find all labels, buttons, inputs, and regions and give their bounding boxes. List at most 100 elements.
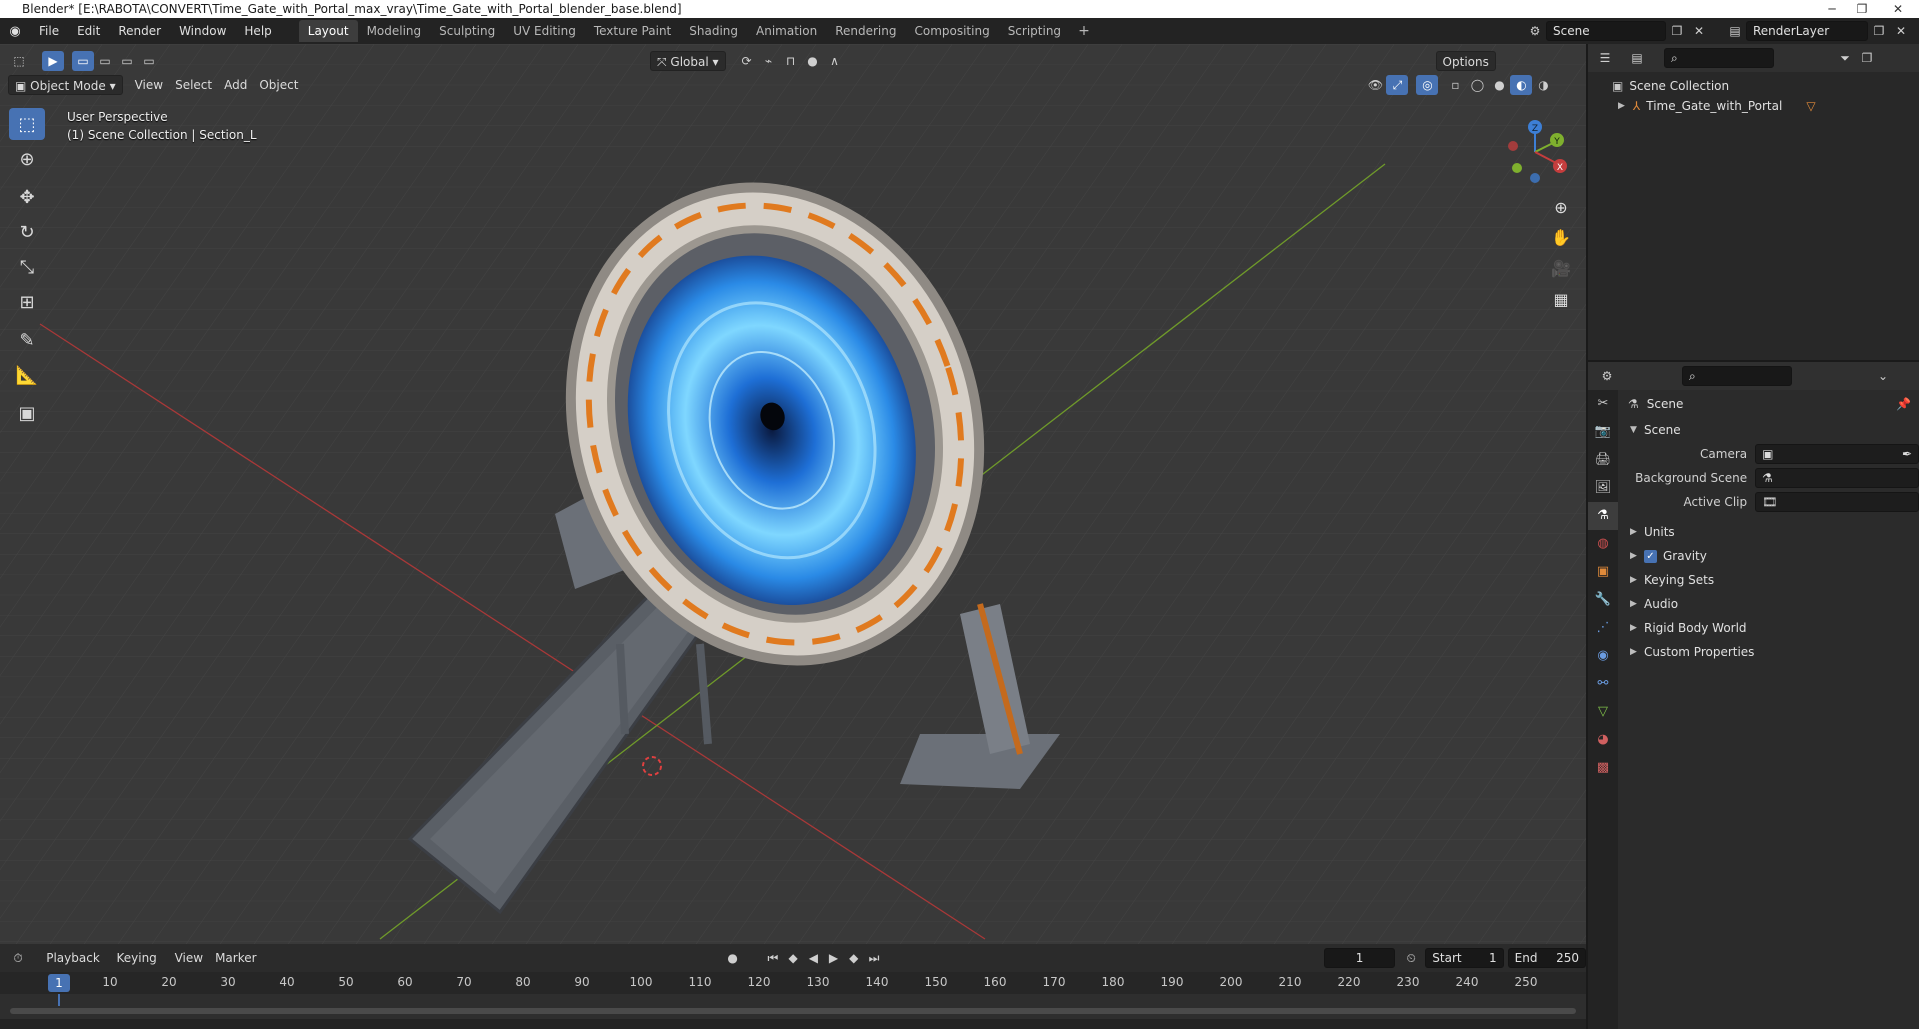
view-layer-icon[interactable]: ▤ [1724, 21, 1746, 41]
rendered-shading-icon[interactable]: ◑ [1532, 75, 1554, 95]
menu-timeline-view[interactable]: View [169, 948, 209, 968]
pin-icon[interactable]: 📌 [1896, 397, 1911, 411]
properties-options-icon[interactable]: ⌄ [1872, 366, 1894, 386]
menu-add[interactable]: Add [218, 75, 253, 95]
tab-modeling[interactable]: Modeling [358, 20, 431, 42]
proportional-edit-icon[interactable]: ● [802, 51, 824, 71]
texture-tab-icon[interactable]: ▩ [1588, 754, 1618, 782]
preview-range-icon[interactable]: ⏲ [1401, 948, 1421, 968]
material-tab-icon[interactable]: ◕ [1588, 726, 1618, 754]
play-reverse-icon[interactable]: ◀ [803, 948, 823, 968]
menu-help[interactable]: Help [235, 24, 280, 38]
tab-rendering[interactable]: Rendering [826, 20, 905, 42]
outliner-item[interactable]: ▶ ⅄ Time_Gate_with_Portal ▽ 👁 [1588, 96, 1919, 116]
transform-tool-icon[interactable]: ⊞ [9, 286, 45, 318]
select-tool-icon[interactable]: ⬚ [9, 108, 45, 140]
new-view-layer-icon[interactable]: ❐ [1868, 21, 1890, 41]
menu-view[interactable]: View [129, 75, 169, 95]
pivot-icon[interactable]: ⟳ [736, 51, 758, 71]
camera-field[interactable]: ▣ ✒ [1755, 444, 1919, 464]
scene-panel-header[interactable]: ▼ Scene [1620, 418, 1919, 442]
scene-field[interactable]: Scene [1546, 21, 1666, 41]
menu-window[interactable]: Window [170, 24, 235, 38]
add-cube-tool-icon[interactable]: ▣ [9, 397, 45, 429]
menu-edit[interactable]: Edit [68, 24, 109, 38]
close-button[interactable]: ✕ [1877, 0, 1919, 18]
menu-render[interactable]: Render [109, 24, 170, 38]
3d-viewport[interactable]: ⬚ ▶ ▭ ▭ ▭ ▭ ⤧ Global ▾ ⟳ ⌁ ⊓ ● ∧ Options… [0, 44, 1586, 944]
navigation-gizmo[interactable]: Z Y X [1500, 114, 1570, 189]
constraints-tab-icon[interactable]: ⚯ [1588, 670, 1618, 698]
output-tab-icon[interactable]: 🖨 [1588, 446, 1618, 474]
menu-object[interactable]: Object [253, 75, 304, 95]
orientation-dropdown[interactable]: ⤧ Global ▾ [650, 51, 726, 71]
scene-tab-icon[interactable]: ⚗ [1588, 502, 1618, 530]
gizmo-toggle-icon[interactable]: ⤢ [1386, 75, 1409, 95]
playhead[interactable]: 1 [48, 974, 70, 992]
delete-scene-icon[interactable]: ✕ [1688, 21, 1710, 41]
timeline-ruler[interactable]: 1 10 20 30 40 50 60 70 80 90 100 110 120… [0, 972, 1586, 994]
outliner-search-input[interactable]: ⌕ [1664, 48, 1774, 68]
measure-tool-icon[interactable]: 📐 [9, 359, 45, 391]
material-shading-icon[interactable]: ◐ [1510, 75, 1533, 95]
object-tab-icon[interactable]: ▣ [1588, 558, 1618, 586]
tab-layout[interactable]: Layout [298, 20, 358, 42]
tab-sculpting[interactable]: Sculpting [430, 20, 504, 42]
menu-keying[interactable]: Keying ▾ [110, 948, 168, 985]
pan-hand-icon[interactable]: ✋ [1546, 224, 1576, 252]
jump-end-icon[interactable]: ⏭ [864, 948, 884, 968]
select-box-icon[interactable]: ▶ [42, 51, 64, 71]
delete-view-layer-icon[interactable]: ✕ [1890, 21, 1912, 41]
end-frame-field[interactable]: End 250 [1507, 948, 1586, 968]
tool-tab-icon[interactable]: ✂ [1588, 390, 1618, 418]
new-scene-icon[interactable]: ❐ [1666, 21, 1688, 41]
minimize-button[interactable]: ─ [1817, 0, 1847, 18]
menu-file[interactable]: File [30, 24, 68, 38]
background-scene-field[interactable]: ⚗ [1755, 468, 1919, 488]
new-collection-icon[interactable]: ❐ [1856, 48, 1878, 68]
rigid-body-world-panel[interactable]: ▶ Rigid Body World [1620, 616, 1919, 640]
view-layer-tab-icon[interactable]: 🖼 [1588, 474, 1618, 502]
tab-animation[interactable]: Animation [747, 20, 826, 42]
gizmo-neg-y[interactable] [1512, 163, 1522, 173]
xray-icon[interactable]: ▫ [1444, 75, 1466, 95]
overlay-toggle-icon[interactable]: ◎ [1416, 75, 1439, 95]
render-tab-icon[interactable]: 📷 [1588, 418, 1618, 446]
view-layer-field[interactable]: RenderLayer [1746, 21, 1868, 41]
menu-marker[interactable]: Marker [209, 948, 262, 968]
gizmo-neg-z[interactable] [1530, 173, 1540, 183]
visibility-icon[interactable]: 👁 [1364, 75, 1386, 95]
outliner-scene-collection[interactable]: ▣ Scene Collection [1588, 76, 1919, 96]
keying-sets-panel[interactable]: ▶ Keying Sets [1620, 568, 1919, 592]
start-frame-field[interactable]: Start 1 [1425, 948, 1504, 968]
select-mode-extend-icon[interactable]: ▭ [94, 51, 116, 71]
menu-playback[interactable]: Playback ▾ [40, 948, 110, 985]
gravity-checkbox[interactable]: ✓ [1644, 549, 1657, 563]
custom-properties-panel[interactable]: ▶ Custom Properties [1620, 640, 1919, 664]
jump-start-icon[interactable]: ⏮ [763, 948, 783, 968]
properties-search-input[interactable]: ⌕ [1682, 366, 1792, 386]
current-frame-field[interactable]: 1 [1324, 948, 1396, 968]
filter-icon[interactable]: ⏷ [1834, 48, 1856, 68]
blender-logo-icon[interactable]: ◉ [0, 24, 30, 39]
expand-arrow-icon[interactable]: ▶ [1618, 96, 1625, 116]
snap-icon[interactable]: ⌁ [758, 51, 780, 71]
gravity-panel[interactable]: ▶ ✓ Gravity [1620, 544, 1919, 568]
units-panel[interactable]: ▶ Units [1620, 520, 1919, 544]
solid-shading-icon[interactable]: ● [1488, 75, 1510, 95]
move-tool-icon[interactable]: ✥ [9, 181, 45, 213]
tab-shading[interactable]: Shading [680, 20, 747, 42]
jump-keyframe-forward-icon[interactable]: ◆ [844, 948, 864, 968]
mode-dropdown[interactable]: ▣ Object Mode ▾ [8, 75, 123, 95]
jump-keyframe-back-icon[interactable]: ◆ [783, 948, 803, 968]
modifier-tab-icon[interactable]: 🔧 [1588, 586, 1618, 614]
select-mode-new-icon[interactable]: ▭ [72, 51, 94, 71]
annotate-tool-icon[interactable]: ✎ [9, 324, 45, 356]
cursor-tool-icon[interactable]: ⊕ [9, 143, 45, 175]
play-icon[interactable]: ▶ [823, 948, 843, 968]
proportional-falloff-icon[interactable]: ∧ [824, 51, 846, 71]
select-mode-invert-icon[interactable]: ▭ [138, 51, 160, 71]
options-dropdown[interactable]: Options [1435, 51, 1496, 71]
perspective-toggle-icon[interactable]: ▦ [1546, 286, 1576, 314]
physics-tab-icon[interactable]: ◉ [1588, 642, 1618, 670]
